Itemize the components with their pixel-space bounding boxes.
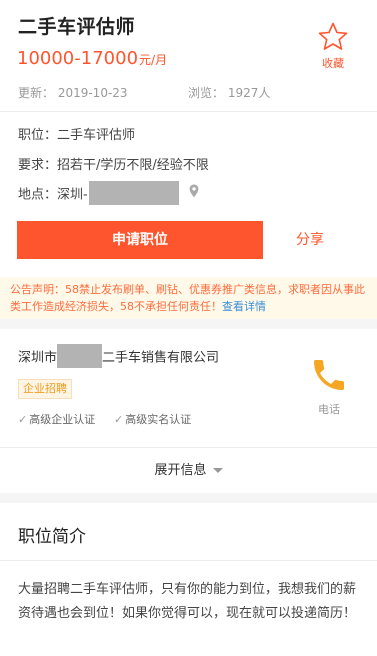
section-divider [0,493,377,503]
job-header: 二手车评估师 10000-17000元/月 更新： 2019-10-23 浏览：… [0,0,377,112]
location-label: 地点：深圳- [18,187,88,203]
notice-banner: 公告声明：58禁止发布刷单、刷钻、优惠券推广类信息，求职者因从事此类工作造成经济… [0,277,377,319]
favorite-button[interactable]: 收藏 [313,22,353,71]
job-location: 地点：深圳- [18,181,199,207]
caret-down-icon [212,468,223,473]
job-intro-title: 职位简介 [18,527,86,547]
check-icon: ✓ [114,413,124,426]
notice-detail-link[interactable]: 查看详情 [222,300,266,313]
enterprise-recruit-badge: 企业招聘 [18,379,72,399]
share-button[interactable]: 分享 [280,221,340,259]
check-icon: ✓ [18,413,28,426]
location-pin-icon[interactable] [189,184,199,202]
enterprise-auth-label: 高级企业认证 [29,413,96,426]
phone-icon [314,360,344,390]
company-name-redaction [57,344,103,368]
realname-auth-label: 高级实名认证 [125,413,192,426]
notice-text: 公告声明：58禁止发布刷单、刷钻、优惠券推广类信息，求职者因从事此类工作造成经济… [10,283,365,313]
job-requirement: 要求：招若干/学历不限/经验不限 [18,158,209,173]
realname-auth: ✓ 高级实名认证 [114,411,191,427]
salary: 10000-17000元/月 [17,48,167,69]
salary-range: 10000-17000 [17,48,139,69]
company-name[interactable]: 深圳市 二手车销售有限公司 [18,344,220,370]
location-redaction [88,181,179,205]
enterprise-auth: ✓ 高级企业认证 [18,411,95,427]
company-name-suffix: 二手车销售有限公司 [102,350,220,366]
view-count: 浏览： 1927人 [188,86,271,100]
favorite-label: 收藏 [322,57,344,70]
job-intro-body: 大量招聘二手车评估师，只有你的能力到位，我想我们的薪资待遇也会到位！如果你觉得可… [18,582,357,621]
expand-info-button[interactable]: 展开信息 [0,447,377,493]
company-name-prefix: 深圳市 [18,350,58,366]
apply-job-button[interactable]: 申请职位 [17,221,263,259]
updated-date: 更新： 2019-10-23 [18,86,128,100]
section-divider [0,319,377,329]
section-underline [0,560,377,561]
job-title: 二手车评估师 [18,16,136,38]
job-position: 职位：二手车评估师 [18,128,136,143]
phone-button[interactable]: 电话 [304,355,354,417]
phone-label: 电话 [318,403,340,416]
star-outline-icon [318,22,348,50]
expand-info-label: 展开信息 [154,463,207,478]
salary-unit: 元/月 [139,53,168,67]
